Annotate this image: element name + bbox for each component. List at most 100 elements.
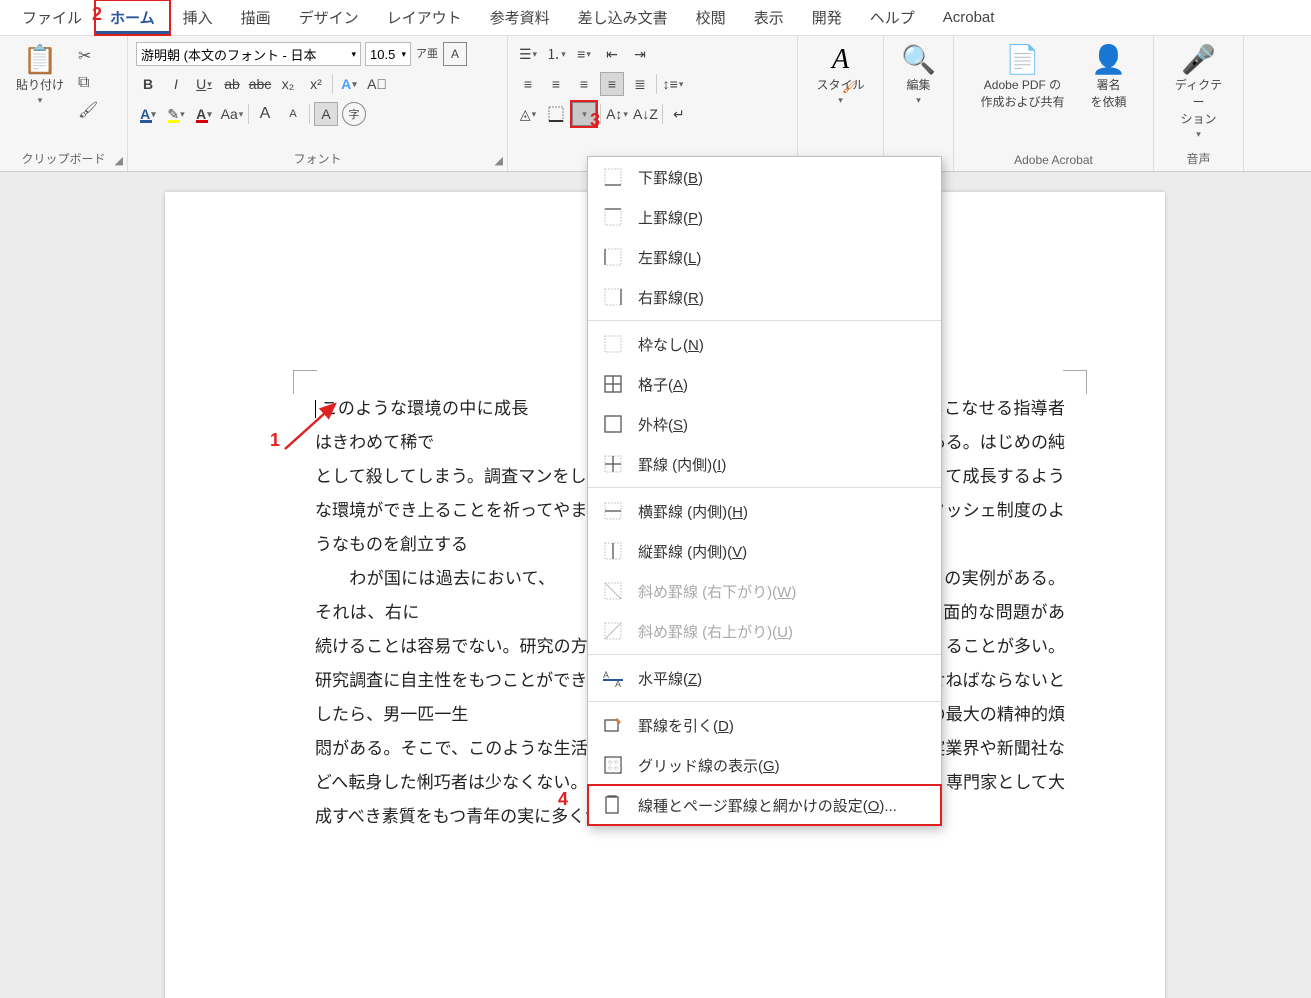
superscript-button[interactable]: x² — [304, 72, 328, 96]
editing-button[interactable]: 🔍 編集 ▾ — [893, 42, 944, 110]
border-inside-label: 罫線 (内側)(I) — [638, 454, 726, 475]
decrease-indent-button[interactable]: ⇤ — [600, 42, 624, 66]
justify-button[interactable]: ≡ — [600, 72, 624, 96]
text-cursor — [315, 400, 316, 418]
phonetic-guide-button[interactable]: ア亜 — [415, 42, 439, 66]
border-settings-icon — [602, 794, 624, 816]
align-right-button[interactable]: ≡ — [572, 72, 596, 96]
paste-button[interactable]: 📋 貼り付け ▾ — [8, 42, 72, 110]
borders-button[interactable] — [544, 102, 568, 126]
menu-help[interactable]: ヘルプ — [856, 1, 929, 34]
menu-mailings[interactable]: 差し込み文書 — [564, 1, 682, 34]
dictate-button[interactable]: 🎤 ディクテー ション ▾ — [1162, 42, 1235, 144]
sort-button[interactable]: A↓Z — [633, 102, 658, 126]
border-right-item[interactable]: 右罫線(R) — [588, 277, 941, 317]
dropdown-separator — [588, 487, 941, 488]
menu-file[interactable]: ファイル — [8, 1, 96, 34]
numbering-button[interactable]: ⒈▾ — [544, 42, 568, 66]
increase-indent-button[interactable]: ⇥ — [628, 42, 652, 66]
border-none-item[interactable]: 枠なし(N) — [588, 324, 941, 364]
cut-icon[interactable]: ✂ — [78, 46, 98, 66]
border-top-item[interactable]: 上罫線(P) — [588, 197, 941, 237]
shrink-font-button[interactable]: A — [281, 102, 305, 126]
font-name-combo[interactable]: 游明朝 (本文のフォント - 日本▾ — [136, 42, 361, 66]
borders-dropdown-menu: 下罫線(B) 上罫線(P) 左罫線(L)右罫線(R) 枠なし(N)格子(A) 外枠(S)… — [587, 156, 942, 826]
menu-insert[interactable]: 挿入 — [169, 1, 227, 34]
menu-review[interactable]: 校閲 — [682, 1, 740, 34]
border-v-inside-item[interactable]: 縦罫線 (内側)(V) — [588, 531, 941, 571]
italic-button[interactable]: I — [164, 72, 188, 96]
dropdown-separator — [588, 701, 941, 702]
strikethrough-button[interactable]: ab — [220, 72, 244, 96]
character-border-button[interactable]: A — [443, 42, 467, 66]
border-outside-icon — [602, 413, 624, 435]
border-settings-label: 線種とページ罫線と網かけの設定(O)... — [638, 795, 897, 816]
group-label-font: フォント — [136, 148, 499, 169]
underline-button[interactable]: U▾ — [192, 72, 216, 96]
border-hr-item[interactable]: AA水平線(Z) — [588, 658, 941, 698]
border-all-item[interactable]: 格子(A) — [588, 364, 941, 404]
bullets-button[interactable]: ☰▾ — [516, 42, 540, 66]
border-settings-item[interactable]: 線種とページ罫線と網かけの設定(O)... — [588, 785, 941, 825]
border-hr-label: 水平線(Z) — [638, 668, 702, 689]
menu-acrobat[interactable]: Acrobat — [929, 3, 1009, 32]
styles-button[interactable]: A 🖌 スタイル ▾ — [808, 42, 872, 110]
menu-layout[interactable]: レイアウト — [373, 1, 476, 34]
border-h-inside-item[interactable]: 横罫線 (内側)(H) — [588, 491, 941, 531]
copy-icon[interactable]: ⧉ — [78, 74, 98, 92]
font-color-button[interactable]: A▾ — [192, 102, 216, 126]
text-effects-button[interactable]: A▾ — [337, 72, 361, 96]
border-grid-item[interactable]: グリッド線の表示(G) — [588, 745, 941, 785]
dropdown-separator — [588, 320, 941, 321]
border-draw-item[interactable]: 罫線を引く(D) — [588, 705, 941, 745]
margin-corner-tr — [1063, 370, 1087, 394]
border-left-item[interactable]: 左罫線(L) — [588, 237, 941, 277]
font-launcher[interactable]: ◢ — [495, 154, 503, 167]
border-diag-down-item: 斜め罫線 (右下がり)(W) — [588, 571, 941, 611]
border-outside-label: 外枠(S) — [638, 414, 688, 435]
border-diag-down-label: 斜め罫線 (右下がり)(W) — [638, 581, 796, 602]
request-sign-button[interactable]: 👤 署名 を依頼 — [1083, 42, 1135, 114]
menu-design[interactable]: デザイン — [285, 1, 373, 34]
grow-font-button[interactable]: A — [253, 102, 277, 126]
border-draw-label: 罫線を引く(D) — [638, 715, 734, 736]
text-fill-button[interactable]: A▾ — [136, 102, 160, 126]
menu-developer[interactable]: 開発 — [798, 1, 856, 34]
double-strike-button[interactable]: abc — [248, 72, 272, 96]
clipboard-launcher[interactable]: ◢ — [115, 154, 123, 167]
bold-button[interactable]: B — [136, 72, 160, 96]
menu-home[interactable]: ホーム — [96, 1, 169, 34]
align-left-button[interactable]: ≡ — [516, 72, 540, 96]
line-spacing-button[interactable]: ↕≡▾ — [661, 72, 685, 96]
pdf-create-button[interactable]: 📄 Adobe PDF の 作成および共有 — [972, 42, 1072, 114]
menu-draw[interactable]: 描画 — [227, 1, 285, 34]
align-center-button[interactable]: ≡ — [544, 72, 568, 96]
distributed-button[interactable]: ≣ — [628, 72, 652, 96]
font-size-combo[interactable]: 10.5▾ — [365, 42, 411, 66]
annotation-1: 1 — [270, 430, 280, 451]
sign-icon: 👤 — [1091, 46, 1126, 74]
menu-references[interactable]: 参考資料 — [476, 1, 564, 34]
change-case-button[interactable]: Aa▾ — [220, 102, 244, 126]
styles-icon: A — [832, 46, 849, 74]
border-top-icon — [602, 206, 624, 228]
border-top-label: 上罫線(P) — [638, 207, 703, 228]
border-outside-item[interactable]: 外枠(S) — [588, 404, 941, 444]
show-marks-button[interactable]: ↵ — [667, 102, 691, 126]
multilevel-button[interactable]: ≡▾ — [572, 42, 596, 66]
annotation-2: 2 — [92, 4, 102, 25]
clear-formatting-button[interactable]: A⃠ — [365, 72, 389, 96]
text-direction-button[interactable]: A↕▾ — [605, 102, 629, 126]
menu-view[interactable]: 表示 — [740, 1, 798, 34]
group-paragraph: ☰▾ ⒈▾ ≡▾ ⇤ ⇥ ≡ ≡ ≡ ≡ ≣ ↕≡▾ ◬▾ — [508, 36, 798, 171]
border-inside-item[interactable]: 罫線 (内側)(I) — [588, 444, 941, 484]
format-painter-icon[interactable]: 🖌 — [78, 100, 98, 120]
border-bottom-item[interactable]: 下罫線(B) — [588, 157, 941, 197]
subscript-button[interactable]: x₂ — [276, 72, 300, 96]
highlight-button[interactable]: ✎▾ — [164, 102, 188, 126]
shading-button[interactable]: ◬▾ — [516, 102, 540, 126]
pdf-icon: 📄 — [1005, 46, 1040, 74]
enclosed-char-button[interactable]: 字 — [342, 102, 366, 126]
border-grid-icon — [602, 754, 624, 776]
character-shading-button[interactable]: A — [314, 102, 338, 126]
